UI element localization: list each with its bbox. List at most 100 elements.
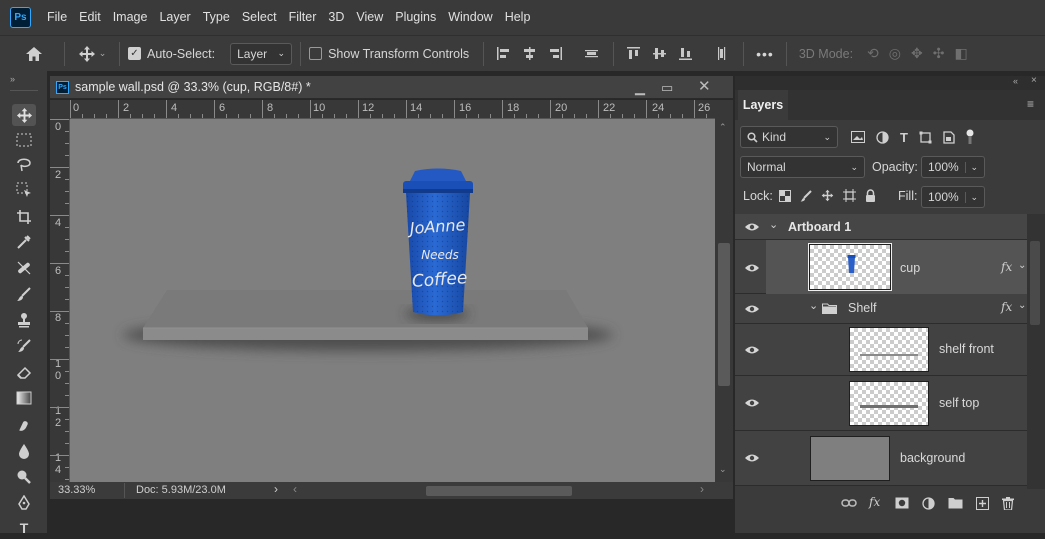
pixel-layer-filter-icon[interactable] — [851, 131, 865, 143]
layer-row-background[interactable]: background — [735, 431, 1027, 486]
lock-artboard-icon[interactable] — [843, 189, 856, 202]
layer-effects-icon[interactable]: fx — [1001, 260, 1012, 274]
status-menu-arrow-icon[interactable]: › — [274, 482, 278, 496]
horizontal-ruler[interactable]: 0 2 4 6 8 10 12 14 16 18 20 22 24 26 — [70, 100, 715, 119]
menu-layer[interactable]: Layer — [153, 0, 196, 35]
zoom-level[interactable]: 33.33% — [58, 484, 95, 496]
menu-edit[interactable]: Edit — [73, 0, 107, 35]
opacity-field[interactable]: 100% ⌄ — [921, 156, 985, 178]
new-layer-icon[interactable] — [976, 497, 989, 510]
canvas[interactable]: JoAnne Needs Coffee — [70, 119, 715, 482]
layer-row-self-top[interactable]: self top — [735, 376, 1027, 431]
close-button[interactable]: ✕ — [698, 77, 711, 95]
layer-row-shelf-front[interactable]: shelf front — [735, 324, 1027, 376]
auto-select-checkbox[interactable]: ✓ — [128, 47, 141, 60]
healing-brush-tool[interactable] — [12, 257, 36, 279]
eyedropper-tool[interactable] — [12, 231, 36, 253]
menu-file[interactable]: File — [41, 0, 73, 35]
panel-menu-icon[interactable]: ≡ — [1027, 97, 1034, 111]
link-layers-icon[interactable] — [841, 498, 857, 508]
visibility-eye-icon[interactable] — [744, 222, 760, 232]
pen-tool[interactable] — [12, 492, 36, 514]
scroll-right-icon[interactable]: › — [700, 482, 704, 496]
visibility-eye-icon[interactable] — [744, 304, 760, 314]
menu-3d[interactable]: 3D — [322, 0, 350, 35]
chevron-down-icon[interactable]: ⌄ — [965, 161, 978, 173]
lock-position-icon[interactable] — [821, 189, 834, 202]
eraser-tool[interactable] — [12, 361, 36, 383]
menu-view[interactable]: View — [350, 0, 389, 35]
filter-kind-dropdown[interactable]: Kind ⌄ — [740, 126, 838, 148]
menu-filter[interactable]: Filter — [283, 0, 323, 35]
menu-type[interactable]: Type — [197, 0, 236, 35]
tab-layers[interactable]: Layers — [738, 90, 788, 120]
layer-row-artboard[interactable]: ⌄ Artboard 1 — [735, 214, 1045, 240]
chevron-down-icon[interactable]: ⌄ — [1018, 300, 1026, 311]
align-right-icon[interactable] — [548, 46, 563, 61]
align-horizontal-center-icon[interactable] — [522, 46, 537, 61]
marquee-tool[interactable] — [12, 129, 36, 151]
horizontal-scroll-thumb[interactable] — [426, 486, 572, 496]
blur-tool[interactable] — [12, 440, 36, 462]
shape-layer-filter-icon[interactable] — [919, 131, 932, 144]
3d-roll-icon[interactable]: ◎ — [889, 45, 901, 62]
menu-help[interactable]: Help — [499, 0, 537, 35]
distribute-vertical-icon[interactable] — [584, 46, 599, 61]
filter-toggle-icon[interactable] — [966, 129, 974, 145]
lock-all-icon[interactable] — [865, 189, 876, 202]
type-tool[interactable]: T — [12, 517, 36, 539]
maximize-button[interactable]: ▭ — [661, 80, 673, 96]
photoshop-logo[interactable]: Ps — [10, 7, 31, 28]
brush-tool[interactable] — [12, 283, 36, 305]
object-selection-tool[interactable] — [12, 179, 36, 201]
lasso-tool[interactable] — [12, 154, 36, 176]
align-left-icon[interactable] — [496, 46, 511, 61]
home-button[interactable] — [12, 46, 56, 62]
layer-effects-icon[interactable]: fx — [1001, 300, 1012, 314]
lock-image-pixels-icon[interactable] — [800, 189, 812, 202]
layers-scroll-thumb[interactable] — [1030, 241, 1040, 325]
lock-transparent-pixels-icon[interactable] — [779, 189, 791, 202]
visibility-eye-icon[interactable] — [744, 345, 760, 355]
scroll-down-icon[interactable]: ⌄ — [719, 464, 727, 475]
new-adjustment-layer-icon[interactable] — [922, 497, 935, 510]
vertical-scroll-thumb[interactable] — [718, 243, 730, 386]
3d-orbit-icon[interactable]: ⟲ — [867, 45, 879, 62]
visibility-eye-icon[interactable] — [744, 263, 760, 273]
move-tool[interactable] — [12, 104, 36, 126]
gradient-tool[interactable] — [12, 387, 36, 409]
show-transform-controls-checkbox[interactable] — [309, 47, 323, 60]
adjustment-layer-filter-icon[interactable] — [876, 130, 889, 144]
chevron-down-icon[interactable]: ⌄ — [965, 191, 978, 203]
chevron-down-icon[interactable]: ⌄ — [1018, 260, 1026, 271]
delete-layer-icon[interactable] — [1002, 497, 1014, 510]
smart-object-filter-icon[interactable] — [943, 130, 955, 144]
layer-row-cup[interactable]: cup fx — [735, 240, 1027, 294]
align-vertical-center-icon[interactable] — [652, 46, 667, 61]
menu-plugins[interactable]: Plugins — [389, 0, 442, 35]
menu-select[interactable]: Select — [236, 0, 283, 35]
new-group-icon[interactable] — [948, 497, 963, 509]
3d-pan-icon[interactable]: ✥ — [911, 45, 923, 62]
more-options-button[interactable]: ••• — [756, 46, 774, 62]
type-layer-filter-icon[interactable]: T — [900, 130, 908, 145]
auto-select-target-dropdown[interactable]: Layer ⌄ — [230, 42, 293, 65]
dodge-tool[interactable] — [12, 466, 36, 488]
chevron-down-icon[interactable]: ⌄ — [809, 299, 818, 312]
3d-slide-icon[interactable]: ✣ — [933, 45, 945, 62]
fill-field[interactable]: 100% ⌄ — [921, 186, 985, 208]
layer-row-shelf-group[interactable]: ⌄ Shelf fx — [735, 294, 1027, 324]
vertical-ruler[interactable]: 0 2 4 6 8 1 0 1 2 1 4 — [50, 119, 70, 482]
3d-scale-icon[interactable]: ◧ — [954, 45, 967, 62]
move-tool-preset-button[interactable]: ⌄ — [73, 45, 111, 63]
collapse-toolbar-icon[interactable]: » — [10, 74, 15, 84]
crop-tool[interactable] — [12, 206, 36, 228]
layers-scrollbar[interactable] — [1027, 214, 1045, 489]
blend-mode-dropdown[interactable]: Normal ⌄ — [740, 156, 865, 178]
vertical-scrollbar[interactable]: ⌃ ⌄ — [715, 100, 733, 482]
menu-window[interactable]: Window — [442, 0, 498, 35]
close-panel-icon[interactable]: × — [1031, 75, 1037, 86]
minimize-button[interactable]: ▁ — [635, 80, 645, 96]
align-bottom-icon[interactable] — [678, 46, 693, 61]
scroll-left-icon[interactable]: ‹ — [293, 482, 297, 496]
